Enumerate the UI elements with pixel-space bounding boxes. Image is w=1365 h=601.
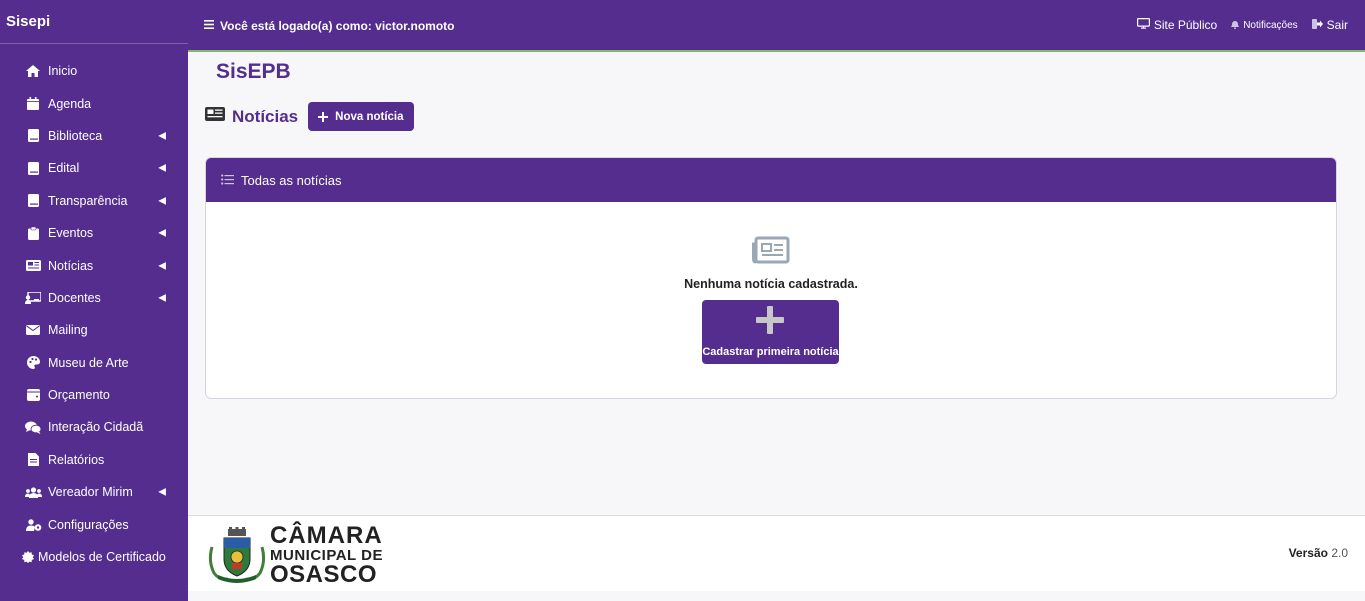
sidebar-item-biblioteca[interactable]: Biblioteca ◀: [0, 120, 188, 152]
wallet-icon: [24, 388, 42, 402]
empty-state: Nenhuma notícia cadastrada.: [206, 236, 1336, 291]
teacher-icon: [24, 291, 42, 305]
new-noticia-label: Nova notícia: [335, 110, 404, 123]
chevron-left-icon: ◀: [158, 162, 166, 174]
sidebar-item-museu[interactable]: Museu de Arte: [0, 347, 188, 379]
sidebar-item-label: Inicio: [48, 64, 78, 79]
sidebar-item-orcamento[interactable]: Orçamento: [0, 379, 188, 411]
book-icon: [24, 161, 42, 175]
plus-icon: [318, 109, 329, 125]
topbar-actions: Site Público Notificações Sair: [1136, 0, 1348, 50]
desktop-icon: [1136, 18, 1150, 32]
card-header: Todas as notícias: [206, 158, 1336, 202]
chevron-left-icon: ◀: [158, 130, 166, 142]
logo-text: CÂMARA MUNICIPAL DE OSASCO: [270, 524, 383, 587]
list-icon: [221, 173, 234, 188]
sidebar-item-transparencia[interactable]: Transparência ◀: [0, 185, 188, 217]
sidebar-item-label: Edital: [48, 161, 80, 176]
new-noticia-button[interactable]: Nova notícia: [308, 102, 414, 131]
cadastrar-primeira-noticia-button[interactable]: Cadastrar primeira notícia: [702, 300, 839, 364]
sidebar-item-label: Modelos de Certificado: [38, 550, 166, 565]
sidebar-item-edital[interactable]: Edital ◀: [0, 152, 188, 184]
card-title: Todas as notícias: [241, 172, 342, 188]
book-icon: [24, 129, 42, 143]
users-icon: [24, 485, 42, 499]
newspaper-icon: [752, 236, 790, 269]
newspaper-icon: [205, 107, 225, 126]
newspaper-icon: [24, 259, 42, 273]
sidebar-item-interacao[interactable]: Interação Cidadã: [0, 411, 188, 443]
empty-message: Nenhuma notícia cadastrada.: [684, 277, 858, 291]
chevron-left-icon: ◀: [158, 227, 166, 239]
sidebar-item-label: Orçamento: [48, 388, 110, 403]
calendar-icon: [24, 97, 42, 111]
sidebar-item-label: Eventos: [48, 226, 94, 241]
sidebar-item-label: Interação Cidadã: [48, 420, 144, 435]
version-info: Versão 2.0: [1289, 546, 1348, 560]
sidebar-item-label: Relatórios: [48, 452, 105, 467]
sidebar-item-modelos-certificado[interactable]: Modelos de Certificado: [0, 541, 188, 573]
app-title: SisEPB: [216, 60, 291, 83]
sidebar-item-eventos[interactable]: Eventos ◀: [0, 217, 188, 249]
sidebar-item-docentes[interactable]: Docentes ◀: [0, 282, 188, 314]
logged-user-text: Você está logado(a) como: victor.nomoto: [220, 19, 455, 33]
home-icon: [24, 64, 42, 78]
file-icon: [24, 453, 42, 467]
logo-line-3: OSASCO: [270, 561, 378, 588]
clipboard-icon: [24, 226, 42, 240]
sidebar-item-label: Museu de Arte: [48, 355, 129, 370]
bell-icon: [1231, 18, 1240, 32]
sidebar-nav: Inicio Agenda Biblioteca ◀ Edital ◀ Tran…: [0, 55, 188, 573]
section-header: Notícias Nova notícia: [205, 102, 414, 131]
certificate-icon: [22, 550, 34, 564]
sidebar-item-relatorios[interactable]: Relatórios: [0, 444, 188, 476]
sign-out-icon: [1311, 18, 1323, 32]
sidebar-item-mailing[interactable]: Mailing: [0, 314, 188, 346]
sidebar-item-inicio[interactable]: Inicio: [0, 55, 188, 87]
sidebar-item-label: Docentes: [48, 290, 101, 305]
envelope-icon: [24, 323, 42, 337]
footer: CÂMARA MUNICIPAL DE OSASCO Versão 2.0: [188, 515, 1365, 591]
sair-link[interactable]: Sair: [1311, 18, 1348, 32]
cadastrar-primeira-noticia-label: Cadastrar primeira notícia: [702, 346, 839, 358]
notificacoes-link[interactable]: Notificações: [1231, 18, 1298, 32]
site-publico-link[interactable]: Site Público: [1136, 18, 1218, 32]
sidebar-item-label: Transparência: [48, 193, 128, 208]
sidebar-item-label: Vereador Mirim: [48, 485, 133, 500]
version-label: Versão: [1288, 546, 1328, 560]
sair-label: Sair: [1326, 18, 1348, 32]
sidebar-item-agenda[interactable]: Agenda: [0, 87, 188, 119]
notificacoes-label: Notificações: [1243, 19, 1298, 31]
sidebar-item-label: Biblioteca: [48, 128, 103, 143]
sidebar: Sisepi Inicio Agenda Biblioteca ◀ Edital…: [0, 0, 188, 601]
sidebar-item-vereador-mirim[interactable]: Vereador Mirim ◀: [0, 476, 188, 508]
palette-icon: [24, 356, 42, 370]
chevron-left-icon: ◀: [158, 486, 166, 498]
sidebar-item-noticias[interactable]: Notícias ◀: [0, 249, 188, 281]
comments-icon: [24, 420, 42, 434]
plus-icon: [755, 306, 785, 339]
book-icon: [24, 194, 42, 208]
logged-user: Você está logado(a) como: victor.nomoto: [204, 0, 454, 52]
sidebar-item-label: Configurações: [48, 517, 129, 532]
camara-osasco-logo: CÂMARA MUNICIPAL DE OSASCO: [206, 524, 383, 587]
chevron-left-icon: ◀: [158, 292, 166, 304]
chevron-left-icon: ◀: [158, 260, 166, 272]
chevron-left-icon: ◀: [158, 195, 166, 207]
sidebar-item-configuracoes[interactable]: Configurações: [0, 508, 188, 540]
users-cog-icon: [24, 518, 42, 532]
logo-line-1: CÂMARA: [270, 522, 383, 549]
site-publico-label: Site Público: [1153, 18, 1218, 32]
sidebar-item-label: Mailing: [48, 323, 88, 338]
page-title: Notícias: [232, 106, 299, 126]
noticias-card: Todas as notícias Nenhuma notícia cadast…: [205, 157, 1337, 399]
sidebar-item-label: Agenda: [48, 96, 92, 111]
topbar: Você está logado(a) como: victor.nomoto …: [188, 0, 1365, 52]
version-value: 2.0: [1331, 546, 1348, 560]
sidebar-item-label: Notícias: [48, 258, 94, 273]
crest-icon: [208, 526, 266, 583]
menu-icon[interactable]: [204, 20, 214, 32]
sidebar-brand[interactable]: Sisepi: [0, 0, 188, 44]
